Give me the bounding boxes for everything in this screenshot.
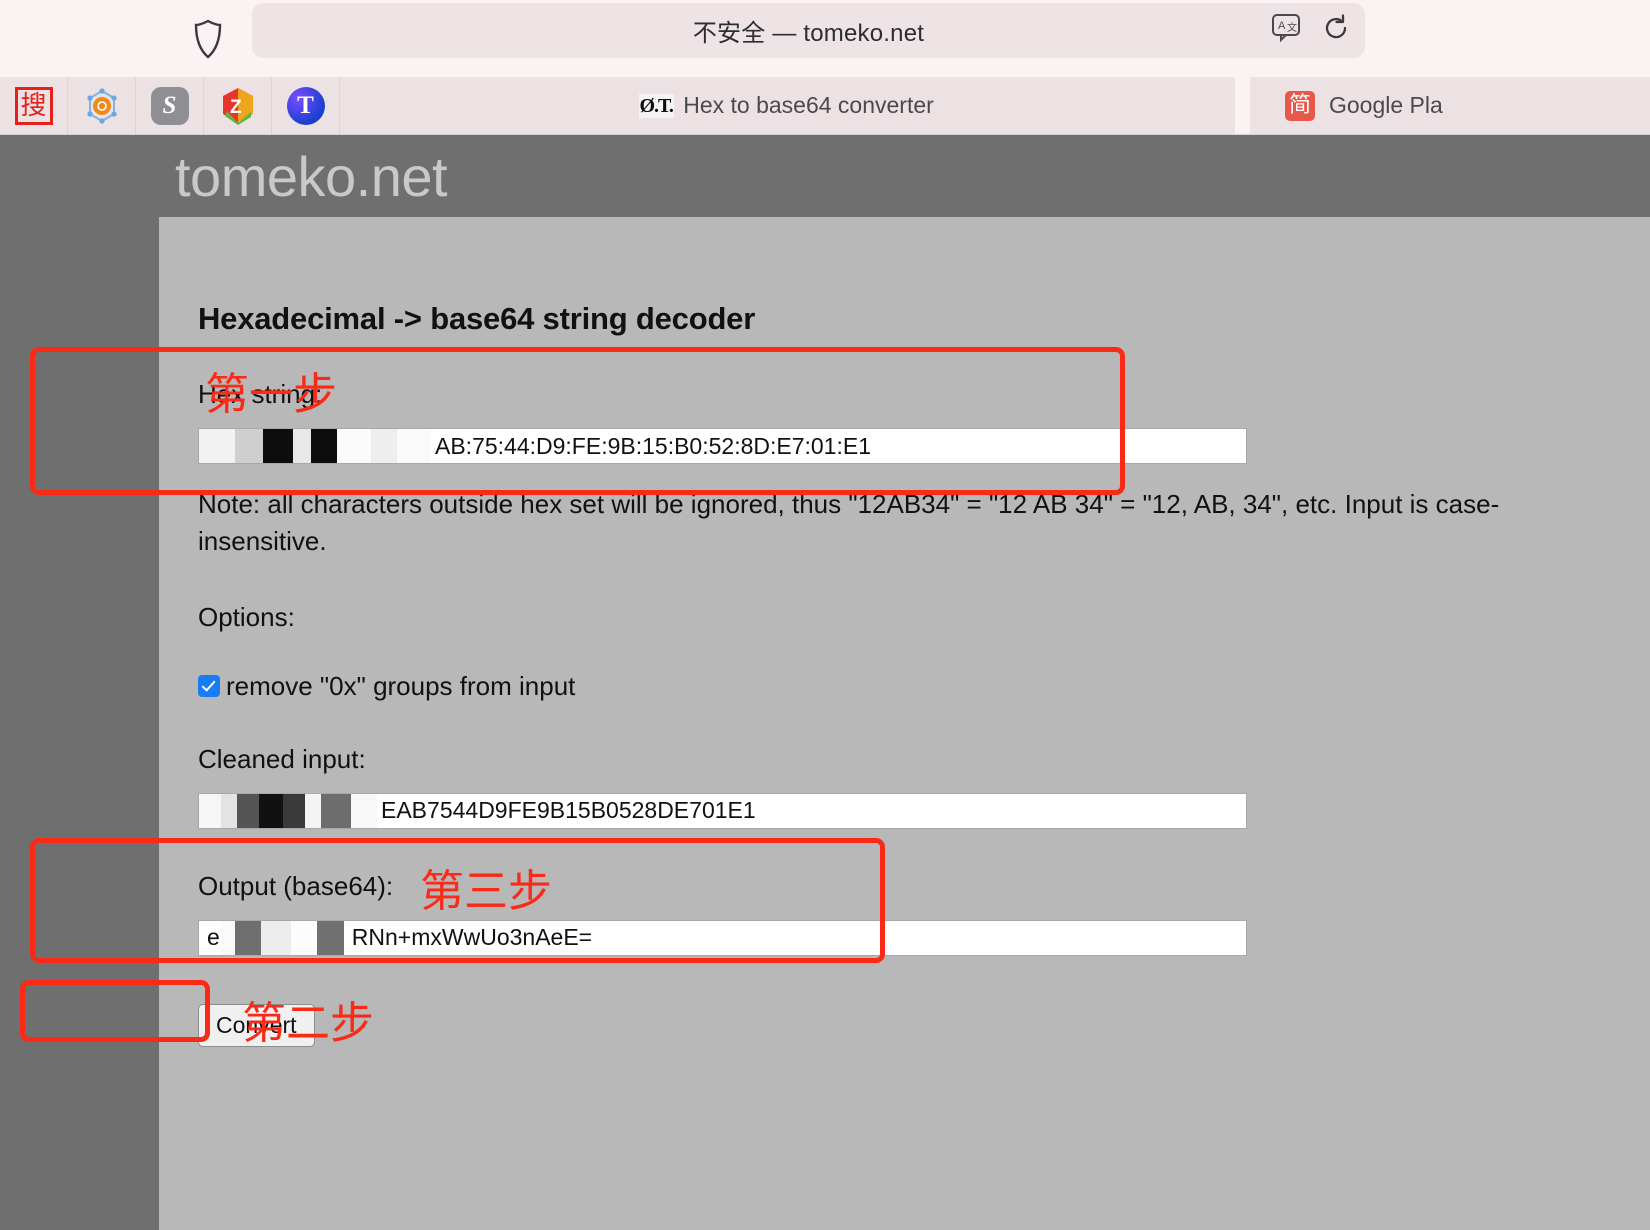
hex-string-value: AB:75:44:D9:FE:9B:15:B0:52:8D:E7:01:E1 bbox=[435, 432, 872, 459]
convert-button[interactable]: Convert bbox=[198, 1003, 315, 1047]
remove-0x-checkbox[interactable] bbox=[198, 675, 220, 698]
page-title: Hexadecimal -> base64 string decoder bbox=[198, 301, 756, 336]
tab-title: Google Pla bbox=[1329, 92, 1443, 118]
hexagon-orange-icon-svg bbox=[86, 87, 117, 124]
site-header: tomeko.net bbox=[0, 135, 1650, 217]
content-inner: Hexadecimal -> base64 string decoder Hex… bbox=[159, 277, 1650, 1047]
tab-google-play[interactable]: 简 Google Pla bbox=[1250, 77, 1650, 134]
browser-window: 不安全 — tomeko.net A 文 搜 S Z T Ø.T. Hex to… bbox=[0, 0, 1650, 1230]
output-value-prefix: e bbox=[207, 924, 220, 951]
hex-note-text: Note: all characters outside hex set wil… bbox=[198, 489, 1500, 556]
content-panel: Hexadecimal -> base64 string decoder Hex… bbox=[159, 217, 1650, 1230]
options-label: Options: bbox=[198, 601, 295, 632]
svg-text:文: 文 bbox=[1287, 21, 1297, 34]
hex-string-input[interactable]: AB:75:44:D9:FE:9B:15:B0:52:8D:E7:01:E1 bbox=[198, 428, 1247, 464]
svg-text:A: A bbox=[1278, 20, 1286, 32]
jian-favicon-icon: 简 bbox=[1285, 90, 1315, 121]
cleaned-input-label: Cleaned input: bbox=[198, 743, 366, 774]
site-wordmark: tomeko.net bbox=[175, 144, 448, 208]
tab-strip: 搜 S Z T Ø.T. Hex to base64 converter 简 G… bbox=[0, 77, 1650, 135]
output-field[interactable]: e RNn+mxWwUo3nAeE= bbox=[198, 919, 1247, 956]
bookmark-s-app[interactable]: S bbox=[136, 77, 204, 134]
ot-favicon-icon: Ø.T. bbox=[638, 91, 674, 121]
jian-favicon-text: 简 bbox=[1285, 90, 1315, 121]
bookmark-t-app[interactable]: T bbox=[272, 77, 340, 134]
tab-title: Hex to base64 converter bbox=[683, 92, 934, 118]
sogou-icon: 搜 bbox=[14, 86, 53, 125]
zotero-icon-svg: Z bbox=[222, 87, 253, 125]
bookmarks-bar: 搜 S Z T bbox=[0, 77, 340, 134]
shield-icon-svg bbox=[194, 19, 222, 59]
cleaned-input-field[interactable]: EAB7544D9FE9B15B0528DE701E1 bbox=[198, 792, 1247, 829]
svg-text:Z: Z bbox=[230, 97, 242, 118]
bookmark-sogou[interactable]: 搜 bbox=[0, 77, 68, 134]
remove-0x-label: remove "0x" groups from input bbox=[226, 670, 576, 701]
output-value: RNn+mxWwUo3nAeE= bbox=[351, 924, 593, 951]
remove-0x-option-row[interactable]: remove "0x" groups from input bbox=[198, 671, 1610, 702]
output-label: Output (base64): bbox=[198, 870, 394, 901]
address-bar-actions: A 文 bbox=[1271, 3, 1351, 58]
cleaned-input-value: EAB7544D9FE9B15B0528DE701E1 bbox=[381, 797, 756, 824]
reload-icon-svg bbox=[1325, 14, 1347, 39]
reload-icon[interactable] bbox=[1321, 13, 1351, 48]
zotero-icon: Z bbox=[217, 85, 259, 127]
address-bar[interactable]: 不安全 — tomeko.net A 文 bbox=[252, 3, 1365, 58]
bookmark-hexagon-orange[interactable] bbox=[68, 77, 136, 134]
tab-gap bbox=[1235, 77, 1250, 134]
ot-favicon-text: Ø.T. bbox=[638, 93, 674, 118]
bookmark-zotero[interactable]: Z bbox=[204, 77, 272, 134]
page-viewport: tomeko.net Hexadecimal -> base64 string … bbox=[0, 135, 1650, 1230]
translate-icon[interactable]: A 文 bbox=[1271, 13, 1305, 48]
address-bar-text: 不安全 — tomeko.net bbox=[692, 20, 925, 47]
tab-hex-to-base64-converter[interactable]: Ø.T. Hex to base64 converter bbox=[340, 77, 1235, 134]
hex-string-label: Hex string: bbox=[198, 379, 323, 409]
translate-icon-svg: A 文 bbox=[1272, 14, 1300, 43]
browser-toolbar: 不安全 — tomeko.net A 文 bbox=[0, 0, 1650, 77]
sidebar-shield-icon[interactable] bbox=[185, 16, 231, 62]
s-app-icon: S bbox=[150, 86, 189, 125]
convert-button-row: Convert bbox=[198, 1000, 1610, 1047]
t-app-icon: T bbox=[286, 86, 325, 125]
hexagon-orange-icon bbox=[82, 86, 122, 126]
